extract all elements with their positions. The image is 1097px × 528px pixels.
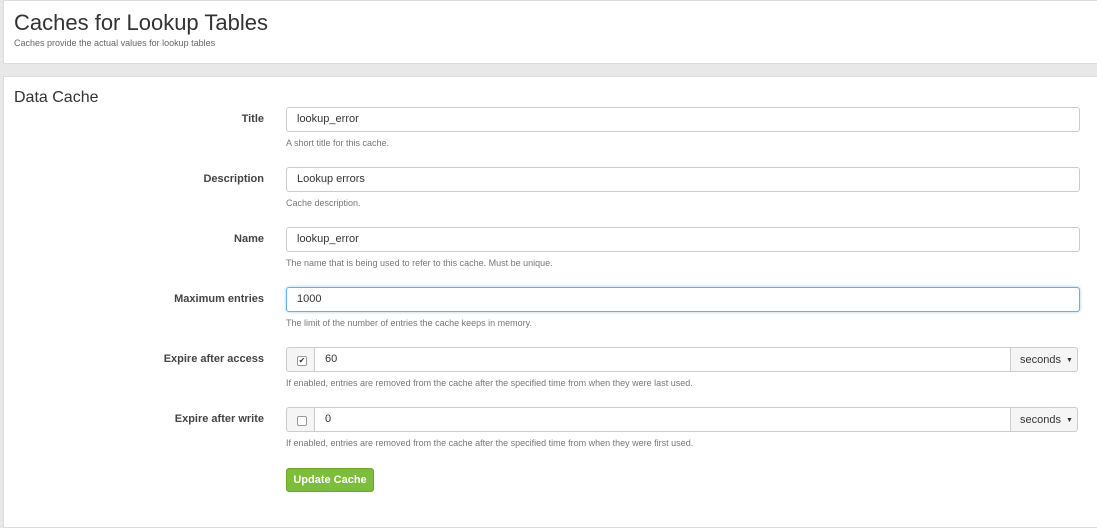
expire-after-access-input[interactable]: 60 <box>314 347 1011 372</box>
description-input[interactable]: Lookup errors <box>286 167 1080 192</box>
expire-after-access-label: Expire after access <box>163 353 264 365</box>
section-title: Data Cache <box>14 89 99 106</box>
caret-down-icon: ▼ <box>1066 357 1073 364</box>
expire-after-write-label: Expire after write <box>174 413 264 425</box>
expire-after-write-input[interactable]: 0 <box>314 407 1011 432</box>
expire-after-access-help: If enabled, entries are removed from the… <box>286 378 693 388</box>
update-cache-button[interactable]: Update Cache <box>286 468 374 492</box>
max-entries-help: The limit of the number of entries the c… <box>286 318 532 328</box>
description-label: Description <box>203 173 264 185</box>
expire-after-access-checkbox[interactable]: ✔ <box>297 356 307 366</box>
name-input[interactable]: lookup_error <box>286 227 1080 252</box>
expire-after-write-unit-dropdown[interactable]: seconds ▼ <box>1010 407 1078 432</box>
title-help: A short title for this cache. <box>286 138 390 148</box>
max-entries-input[interactable]: 1000 <box>286 287 1080 312</box>
expire-after-access-unit-dropdown[interactable]: seconds ▼ <box>1010 347 1078 372</box>
cache-form-panel: Data Cache Title lookup_error A short ti… <box>3 76 1097 528</box>
expire-after-write-checkbox[interactable] <box>297 416 307 426</box>
name-label: Name <box>234 233 264 245</box>
name-help: The name that is being used to refer to … <box>286 258 553 268</box>
page-subtitle: Caches provide the actual values for loo… <box>14 38 216 48</box>
title-label: Title <box>241 113 264 125</box>
expire-after-write-unit-label: seconds <box>1020 414 1061 426</box>
page-title: Caches for Lookup Tables <box>14 10 268 35</box>
expire-after-write-help: If enabled, entries are removed from the… <box>286 438 694 448</box>
page-header: Caches for Lookup Tables Caches provide … <box>3 0 1097 64</box>
expire-after-access-addon: ✔ <box>286 347 315 372</box>
caret-down-icon: ▼ <box>1066 417 1073 424</box>
expire-after-write-addon <box>286 407 315 432</box>
expire-after-access-unit-label: seconds <box>1020 354 1061 366</box>
title-input[interactable]: lookup_error <box>286 107 1080 132</box>
description-help: Cache description. <box>286 198 361 208</box>
max-entries-label: Maximum entries <box>174 293 264 305</box>
